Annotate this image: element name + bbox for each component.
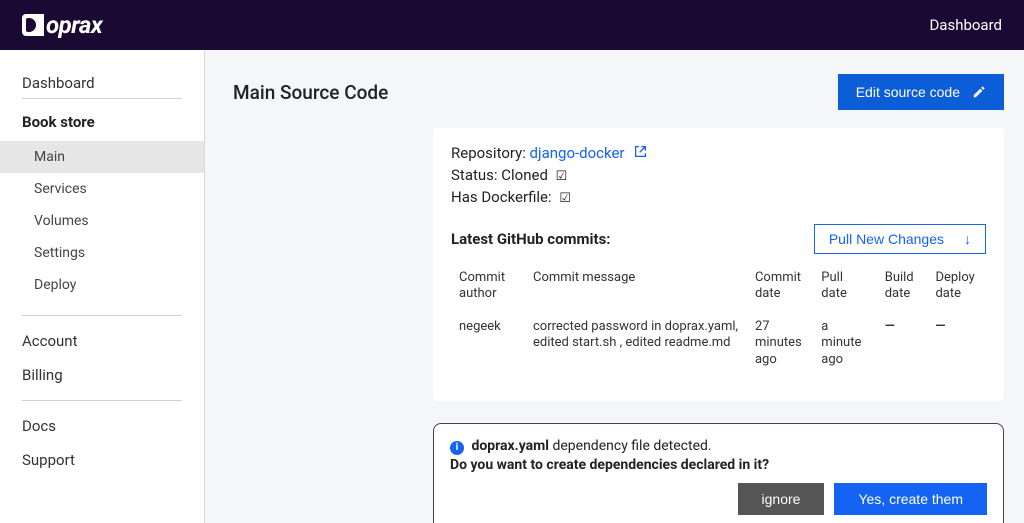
- docker-line: Has Dockerfile: ☑: [451, 188, 986, 206]
- brand-text: oprax: [46, 11, 102, 39]
- pull-button-label: Pull New Changes: [829, 231, 944, 247]
- external-link-icon[interactable]: [634, 147, 647, 162]
- table-header-row: Commit author Commit message Commit date…: [451, 264, 986, 309]
- brand-logo[interactable]: oprax: [22, 11, 102, 39]
- alert-question: Do you want to create dependencies decla…: [450, 457, 987, 473]
- download-icon: ↓: [964, 231, 971, 247]
- check-icon: ☑: [559, 191, 571, 206]
- cell-author: negeek: [451, 309, 525, 380]
- repo-label: Repository:: [451, 144, 530, 162]
- sidebar-docs[interactable]: Docs: [22, 409, 182, 443]
- sidebar: Dashboard Book store Main Services Volum…: [0, 50, 205, 523]
- cell-build-date: —: [877, 309, 928, 380]
- sidebar-item-volumes[interactable]: Volumes: [0, 205, 204, 237]
- alert-filename: doprax.yaml: [471, 438, 549, 454]
- table-row: negeek corrected password in doprax.yaml…: [451, 309, 986, 380]
- commits-table: Commit author Commit message Commit date…: [451, 264, 986, 379]
- ignore-button[interactable]: ignore: [738, 483, 825, 515]
- sidebar-dashboard[interactable]: Dashboard: [22, 68, 182, 99]
- sidebar-app-name[interactable]: Book store: [22, 109, 182, 135]
- cell-pull-date: a minute ago: [813, 309, 876, 380]
- sidebar-support[interactable]: Support: [22, 443, 182, 477]
- sidebar-item-main[interactable]: Main: [0, 141, 204, 173]
- status-value: Cloned: [501, 166, 548, 184]
- pencil-icon: [972, 85, 986, 99]
- th-deploy-date: Deploy date: [927, 264, 986, 309]
- repo-card: Repository: django-docker Status: Cloned…: [433, 128, 1004, 401]
- cell-message: corrected password in doprax.yaml, edite…: [525, 309, 747, 380]
- main-content: Main Source Code Edit source code Reposi…: [205, 50, 1024, 523]
- sidebar-item-services[interactable]: Services: [0, 173, 204, 205]
- sidebar-item-settings[interactable]: Settings: [0, 237, 204, 269]
- cell-deploy-date: —: [927, 309, 986, 380]
- topbar: oprax Dashboard: [0, 0, 1024, 50]
- th-commit-date: Commit date: [747, 264, 813, 309]
- th-pull-date: Pull date: [813, 264, 876, 309]
- create-dependencies-button[interactable]: Yes, create them: [834, 483, 987, 515]
- check-icon: ☑: [556, 169, 568, 184]
- topnav-dashboard[interactable]: Dashboard: [929, 16, 1002, 34]
- info-icon: i: [450, 441, 464, 455]
- cell-commit-date: 27 minutes ago: [747, 309, 813, 380]
- th-build-date: Build date: [877, 264, 928, 309]
- logo-d-icon: [22, 14, 44, 36]
- sidebar-billing[interactable]: Billing: [22, 358, 182, 392]
- sidebar-account[interactable]: Account: [22, 324, 182, 358]
- repo-link[interactable]: django-docker: [530, 144, 625, 162]
- sidebar-item-deploy[interactable]: Deploy: [0, 269, 204, 301]
- commits-title: Latest GitHub commits:: [451, 230, 611, 248]
- edit-button-label: Edit source code: [856, 84, 960, 100]
- status-line: Status: Cloned ☑: [451, 166, 986, 184]
- docker-label: Has Dockerfile:: [451, 188, 552, 206]
- th-author: Commit author: [451, 264, 525, 309]
- status-label: Status:: [451, 166, 501, 184]
- alert-detected: dependency file detected.: [549, 438, 712, 454]
- pull-new-changes-button[interactable]: Pull New Changes ↓: [814, 224, 986, 254]
- th-message: Commit message: [525, 264, 747, 309]
- sidebar-app-items: Main Services Volumes Settings Deploy: [0, 141, 204, 301]
- edit-source-code-button[interactable]: Edit source code: [838, 74, 1004, 110]
- dependency-alert: i doprax.yaml dependency file detected. …: [433, 423, 1004, 523]
- page-title: Main Source Code: [233, 81, 388, 104]
- repo-line: Repository: django-docker: [451, 144, 986, 162]
